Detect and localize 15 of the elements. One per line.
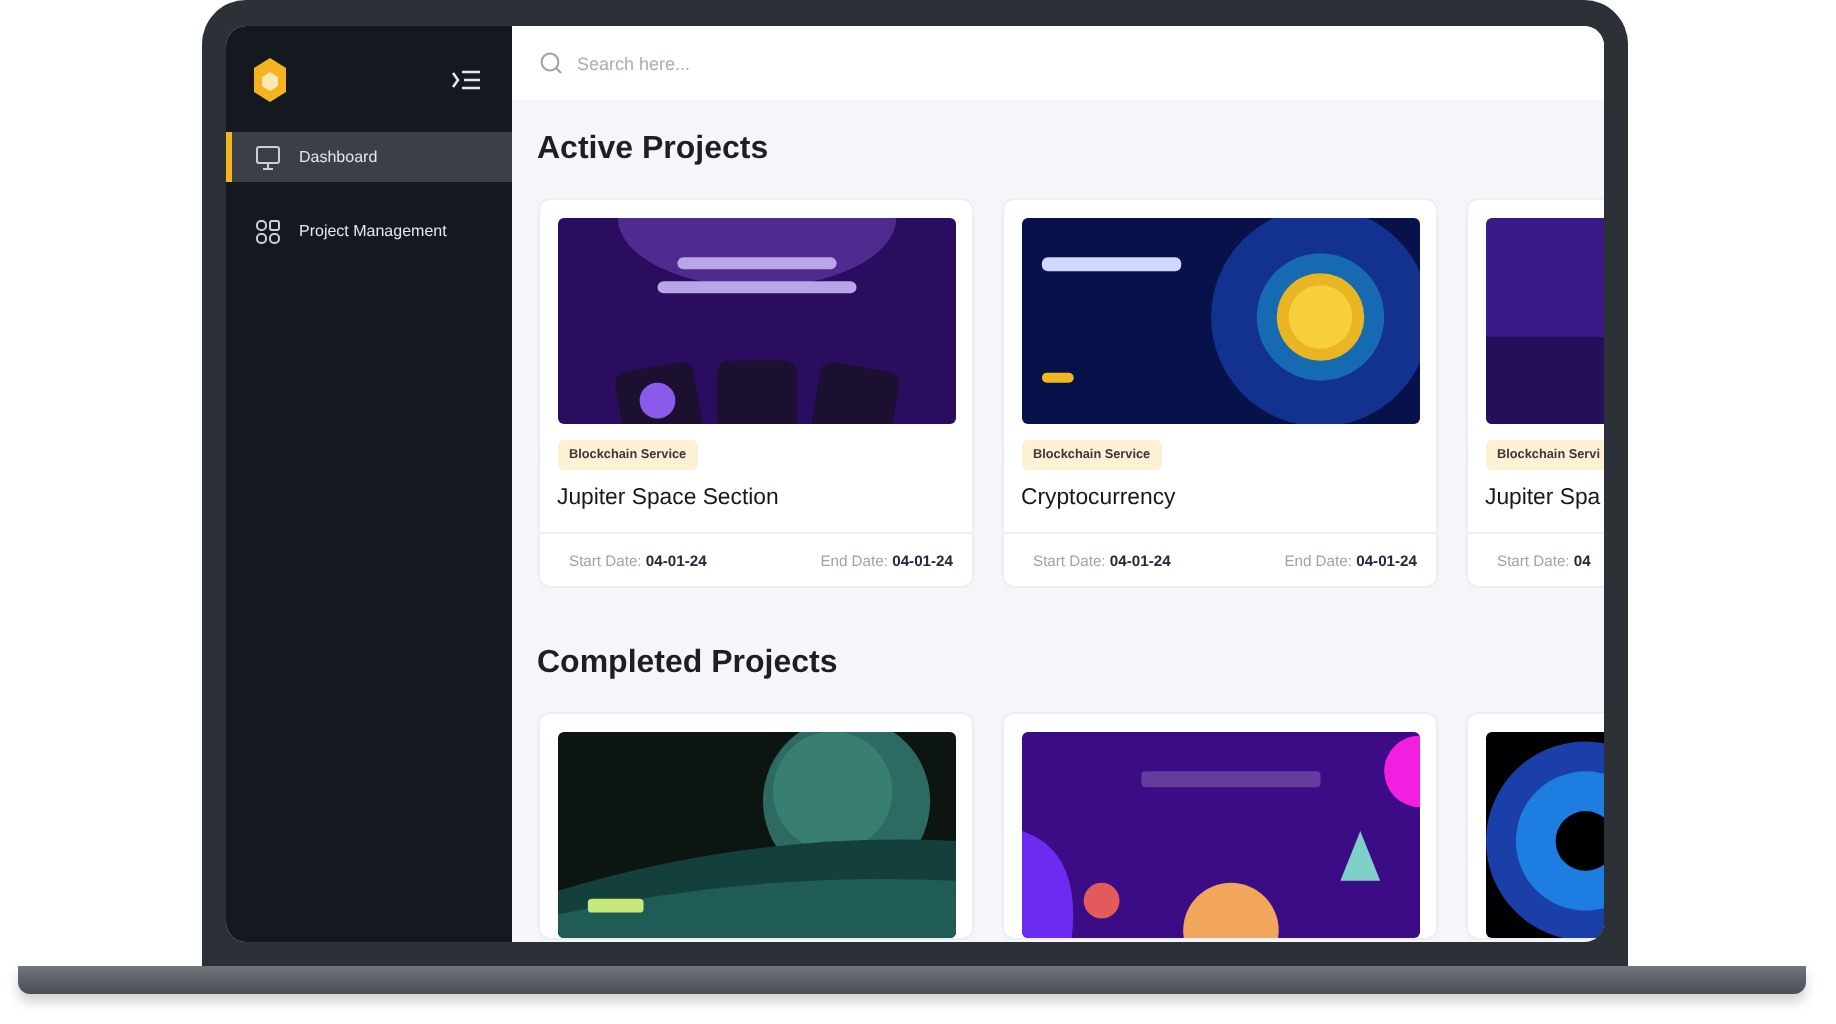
- search-field[interactable]: Search here...: [573, 51, 981, 75]
- menu-icon[interactable]: [451, 69, 479, 89]
- section-heading: Active Projects: [537, 130, 771, 170]
- search-icon: [539, 52, 561, 74]
- logo-icon: [253, 57, 285, 101]
- monitor-icon: [255, 145, 279, 169]
- section-heading: Completed Projects: [537, 644, 840, 684]
- project-title: Jupiter Spa: [1485, 484, 1603, 514]
- project-card[interactable]: [1001, 712, 1437, 940]
- nav-item[interactable]: Project Management: [225, 206, 511, 256]
- project-title: Cryptocurrency: [1021, 484, 1178, 514]
- project-card[interactable]: [537, 712, 973, 940]
- nav-item[interactable]: Dashboard: [225, 132, 511, 182]
- project-title: Jupiter Space Section: [557, 484, 781, 514]
- grid-icon: [255, 219, 279, 243]
